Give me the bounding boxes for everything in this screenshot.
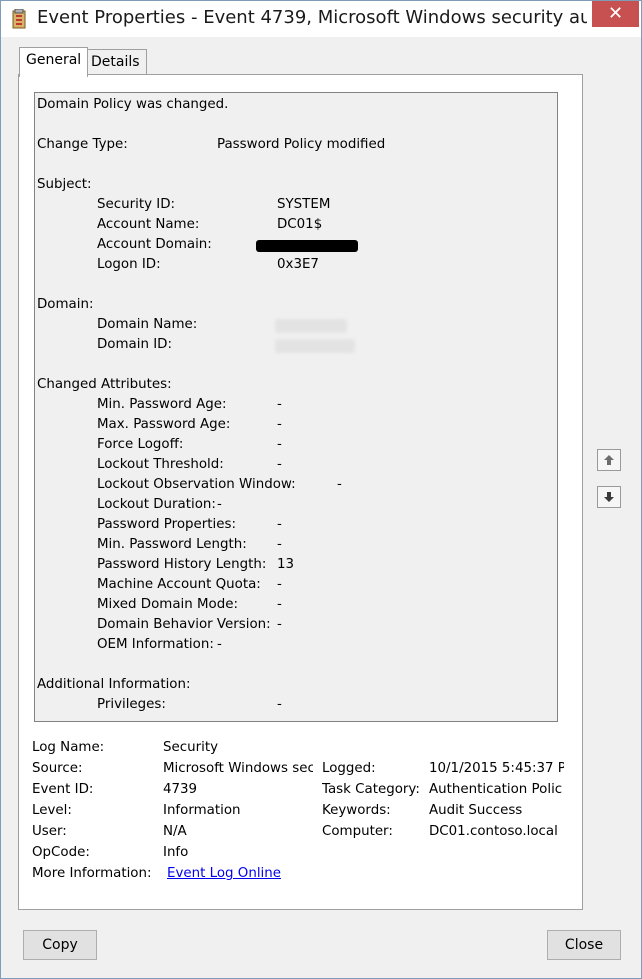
event-id-label: Event ID: (32, 782, 94, 797)
level-label: Level: (32, 803, 72, 818)
machine-account-quota-value: - (277, 577, 282, 592)
general-panel: Domain Policy was changed. Change Type: … (18, 74, 583, 910)
lockout-duration-value: - (217, 497, 222, 512)
window-title: Event Properties - Event 4739, Microsoft… (37, 7, 587, 28)
domain-behavior-version-label: Domain Behavior Version: (97, 617, 271, 632)
close-icon[interactable]: ✕ (592, 1, 639, 27)
min-password-length-value: - (277, 537, 282, 552)
next-event-button[interactable] (597, 486, 621, 508)
logged-value: 10/1/2015 5:45:37 PI (429, 761, 564, 776)
more-information-label: More Information: (32, 866, 152, 881)
event-id-value: 4739 (163, 782, 198, 797)
computer-label: Computer: (322, 824, 393, 839)
mixed-domain-mode-label: Mixed Domain Mode: (97, 597, 238, 612)
account-name-label: Account Name: (97, 217, 200, 232)
mixed-domain-mode-value: - (277, 597, 282, 612)
keywords-label: Keywords: (322, 803, 391, 818)
tab-details[interactable]: Details (84, 49, 147, 76)
force-logoff-value: - (277, 437, 282, 452)
lockout-observation-window-label: Lockout Observation Window: (97, 477, 296, 492)
source-value: Microsoft Windows sec (163, 761, 313, 776)
description-headline: Domain Policy was changed. (37, 97, 229, 112)
change-type-label: Change Type: (37, 137, 128, 152)
arrow-down-icon (603, 491, 615, 503)
lockout-observation-window-value: - (337, 477, 342, 492)
opcode-label: OpCode: (32, 845, 90, 860)
task-category-value: Authentication Polic (429, 782, 563, 797)
computer-value: DC01.contoso.local (429, 824, 558, 839)
task-category-label: Task Category: (322, 782, 420, 797)
domain-behavior-version-value: - (277, 617, 282, 632)
domain-id-label: Domain ID: (97, 337, 172, 352)
change-type-value: Password Policy modified (217, 137, 386, 152)
tab-general[interactable]: General (19, 47, 89, 77)
keywords-value: Audit Success (429, 803, 523, 818)
level-value: Information (163, 803, 241, 818)
account-domain-label: Account Domain: (97, 237, 212, 252)
password-history-length-value: 13 (277, 557, 295, 572)
password-history-length-label: Password History Length: (97, 557, 267, 572)
password-properties-label: Password Properties: (97, 517, 236, 532)
oem-information-value: - (217, 637, 222, 652)
subject-heading: Subject: (37, 177, 92, 192)
log-name-value: Security (163, 740, 218, 755)
machine-account-quota-label: Machine Account Quota: (97, 577, 261, 592)
event-log-icon (11, 8, 27, 29)
domain-id-blurred (275, 339, 355, 353)
changed-attributes-heading: Changed Attributes: (37, 377, 172, 392)
event-log-online-link[interactable]: Event Log Online (167, 866, 281, 881)
domain-heading: Domain: (37, 297, 94, 312)
previous-event-button[interactable] (597, 449, 621, 471)
source-label: Source: (32, 761, 83, 776)
additional-information-heading: Additional Information: (37, 677, 191, 692)
domain-name-label: Domain Name: (97, 317, 198, 332)
max-password-age-value: - (277, 417, 282, 432)
lockout-threshold-label: Lockout Threshold: (97, 457, 224, 472)
logon-id-label: Logon ID: (97, 257, 161, 272)
lockout-threshold-value: - (277, 457, 282, 472)
opcode-value: Info (163, 845, 189, 860)
min-password-length-label: Min. Password Length: (97, 537, 247, 552)
event-properties-window: Event Properties - Event 4739, Microsoft… (0, 0, 642, 979)
arrow-up-icon (603, 454, 615, 466)
event-description-box[interactable]: Domain Policy was changed. Change Type: … (34, 92, 558, 722)
privileges-label: Privileges: (97, 697, 166, 712)
privileges-value: - (277, 697, 282, 712)
logged-label: Logged: (322, 761, 376, 776)
force-logoff-label: Force Logoff: (97, 437, 184, 452)
account-name-value: DC01$ (277, 217, 323, 232)
account-domain-redaction (256, 240, 358, 252)
logon-id-value: 0x3E7 (277, 257, 319, 272)
max-password-age-label: Max. Password Age: (97, 417, 231, 432)
lockout-duration-label: Lockout Duration: (97, 497, 216, 512)
log-name-label: Log Name: (32, 740, 105, 755)
user-label: User: (32, 824, 67, 839)
oem-information-label: OEM Information: (97, 637, 214, 652)
security-id-label: Security ID: (97, 197, 176, 212)
min-password-age-label: Min. Password Age: (97, 397, 227, 412)
title-bar: Event Properties - Event 4739, Microsoft… (1, 1, 641, 37)
security-id-value: SYSTEM (277, 197, 331, 212)
password-properties-value: - (277, 517, 282, 532)
copy-button[interactable]: Copy (23, 930, 97, 960)
close-button[interactable]: Close (547, 930, 621, 960)
domain-name-blurred (275, 319, 347, 333)
user-value: N/A (163, 824, 187, 839)
min-password-age-value: - (277, 397, 282, 412)
